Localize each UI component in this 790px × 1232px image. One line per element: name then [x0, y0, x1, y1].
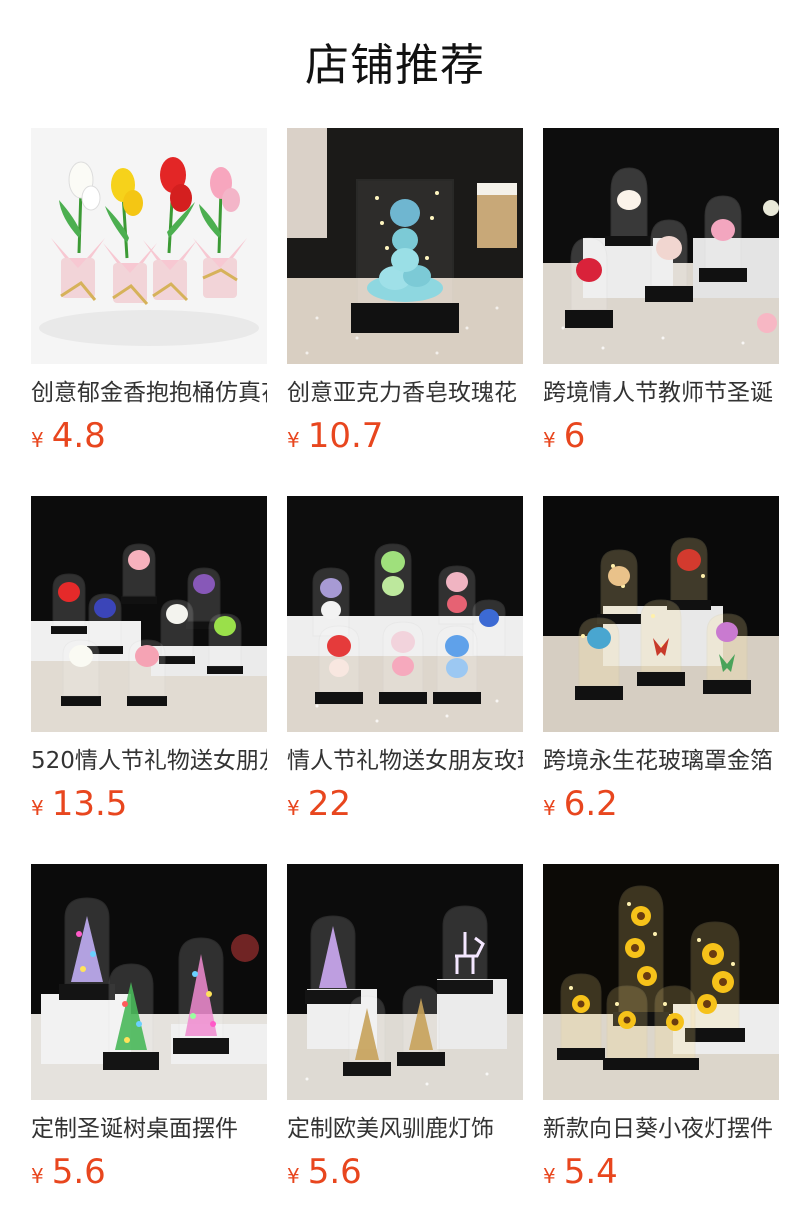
product-price: ¥6.2 [543, 782, 618, 826]
price-value: 5.4 [563, 1152, 618, 1192]
currency-symbol: ¥ [543, 428, 556, 452]
product-card[interactable]: 跨境情人节教师节圣诞 ¥6 [543, 128, 779, 496]
product-card[interactable]: 创意亚克力香皂玫瑰花 ¥10.7 [287, 128, 523, 496]
price-value: 5.6 [307, 1152, 362, 1192]
product-price: ¥5.6 [287, 1150, 362, 1194]
product-price: ¥6 [543, 414, 585, 458]
product-price: ¥13.5 [31, 782, 127, 826]
price-value: 4.8 [51, 416, 106, 456]
product-grid: 创意郁金香抱抱桶仿真花 ¥4.8 创意亚克力香皂玫瑰花 ¥ 10.7 跨境情人节… [31, 128, 779, 1232]
product-name[interactable]: 跨境情人节教师节圣诞 [543, 377, 779, 409]
currency-symbol: ¥ [287, 796, 300, 820]
product-image[interactable] [543, 496, 779, 732]
product-image[interactable] [31, 128, 267, 364]
product-name[interactable]: 定制圣诞树桌面摆件 [31, 1113, 267, 1145]
product-name[interactable]: 创意亚克力香皂玫瑰花 [287, 377, 523, 409]
currency-symbol: ¥ [287, 1164, 300, 1188]
currency-symbol: ¥ [31, 1164, 44, 1188]
product-price: ¥4.8 [31, 414, 106, 458]
product-price: ¥5.4 [543, 1150, 618, 1194]
price-value: 6.2 [563, 784, 618, 824]
product-card[interactable]: 跨境永生花玻璃罩金箔 ¥6.2 [543, 496, 779, 864]
product-name[interactable]: 新款向日葵小夜灯摆件 [543, 1113, 779, 1145]
price-value: 6 [563, 416, 586, 456]
product-card[interactable]: 定制欧美风驯鹿灯饰 ¥5.6 [287, 864, 523, 1232]
price-value: 22 [307, 784, 351, 824]
product-name[interactable]: 跨境永生花玻璃罩金箔 [543, 745, 779, 777]
price-value: 13.5 [51, 784, 128, 824]
product-card[interactable]: 新款向日葵小夜灯摆件 ¥5.4 [543, 864, 779, 1232]
currency-symbol: ¥ [31, 796, 44, 820]
page-title: 店铺推荐 [305, 40, 485, 91]
currency-symbol: ¥ [287, 428, 300, 452]
price-value: 5.6 [51, 1152, 106, 1192]
product-card[interactable]: 情人节礼物送女朋友玫瑰 ¥22 [287, 496, 523, 864]
product-name[interactable]: 定制欧美风驯鹿灯饰 [287, 1113, 523, 1145]
product-image[interactable] [31, 496, 267, 732]
product-image[interactable] [543, 864, 779, 1100]
product-card[interactable]: 定制圣诞树桌面摆件 ¥5.6 [31, 864, 267, 1232]
product-name[interactable]: 创意郁金香抱抱桶仿真花 [31, 377, 267, 409]
currency-symbol: ¥ [543, 796, 556, 820]
product-image[interactable] [287, 496, 523, 732]
product-image[interactable] [287, 128, 523, 364]
price-value: 10.7 [307, 416, 384, 456]
product-name[interactable]: 情人节礼物送女朋友玫瑰 [287, 745, 523, 777]
product-image[interactable] [543, 128, 779, 364]
currency-symbol: ¥ [543, 1164, 556, 1188]
product-image[interactable] [31, 864, 267, 1100]
product-price: ¥22 [287, 782, 351, 826]
product-card[interactable]: 520情人节礼物送女朋友 ¥13.5 [31, 496, 267, 864]
product-image[interactable] [287, 864, 523, 1100]
product-price: ¥10.7 [287, 414, 383, 458]
product-name[interactable]: 520情人节礼物送女朋友 [31, 745, 267, 777]
product-card[interactable]: 创意郁金香抱抱桶仿真花 ¥4.8 [31, 128, 267, 496]
currency-symbol: ¥ [31, 428, 44, 452]
product-price: ¥5.6 [31, 1150, 106, 1194]
